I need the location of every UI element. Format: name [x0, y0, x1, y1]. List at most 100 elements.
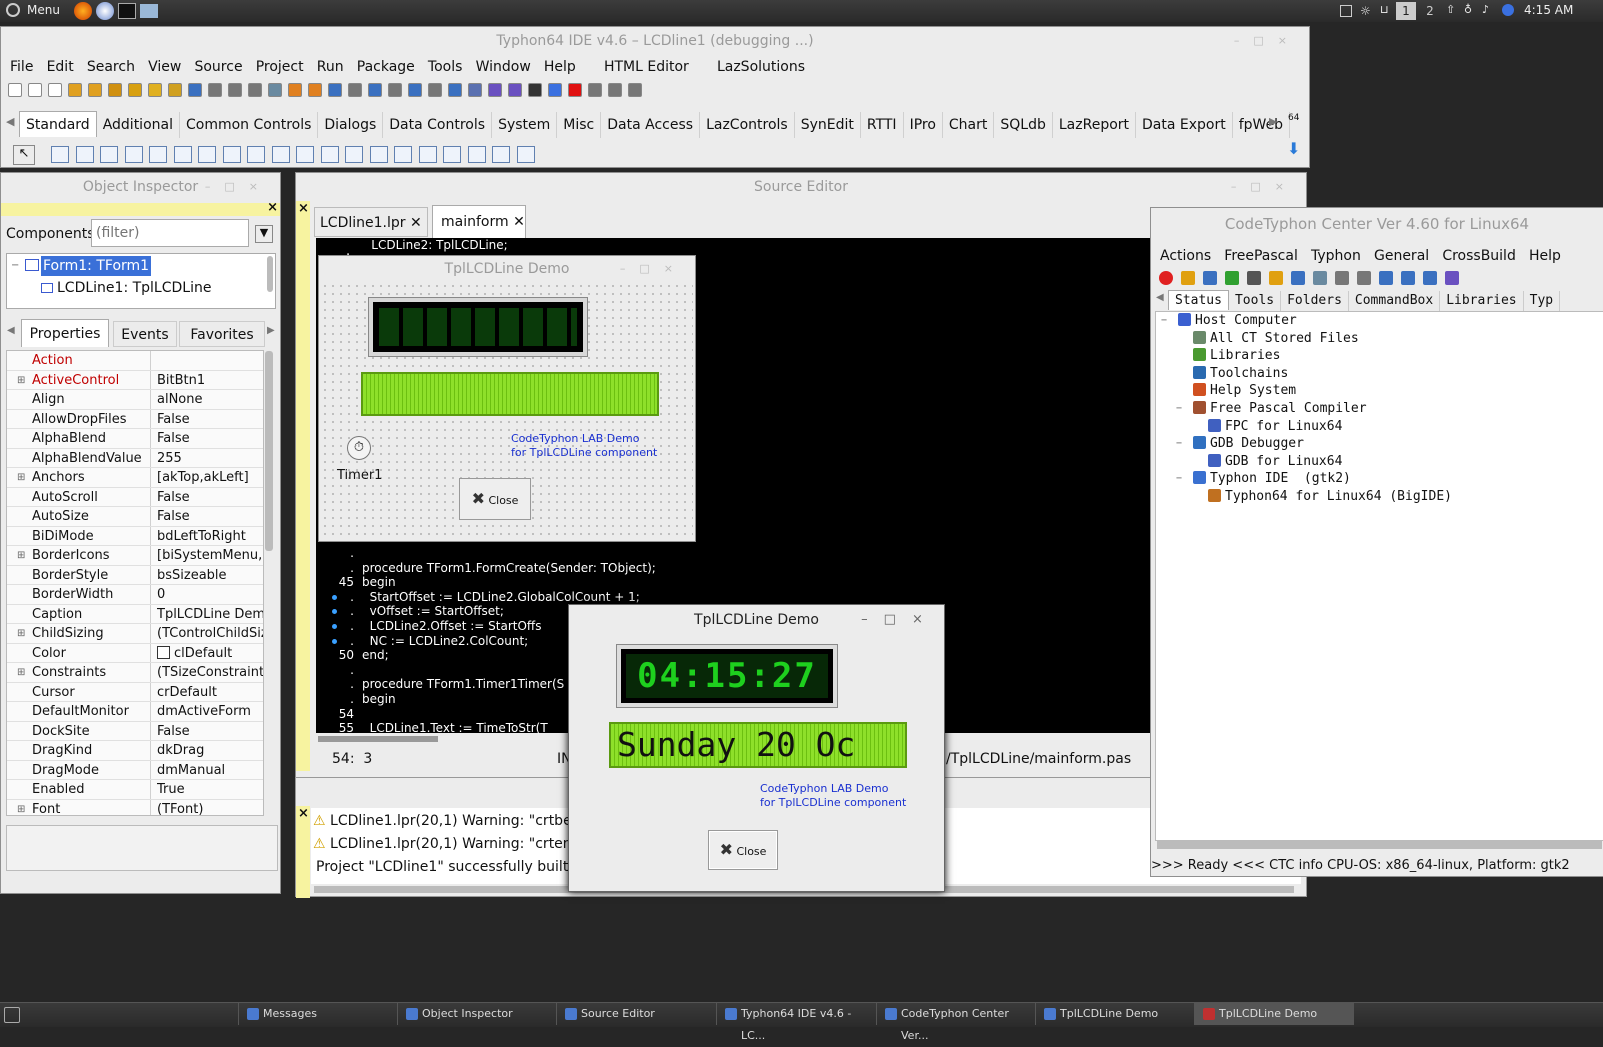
property-row[interactable]: ⊞ ActiveControl BitBtn1	[7, 370, 263, 391]
ctc-menu-actions[interactable]: Actions	[1160, 244, 1211, 268]
menu-file[interactable]: File	[10, 55, 33, 79]
pointer-tool-icon[interactable]: ↖	[13, 145, 35, 165]
taskbar-item[interactable]: CodeTyphon Center Ver...	[876, 1003, 1034, 1042]
tab-favorites[interactable]: Favorites	[179, 321, 265, 347]
property-row[interactable]: Align alNone	[7, 390, 263, 410]
palette-tab-additional[interactable]: Additional	[97, 112, 180, 138]
toolbar-button-icon[interactable]	[228, 83, 242, 97]
expand-icon[interactable]: ⊞	[17, 468, 25, 488]
ctc-tab-status[interactable]: Status	[1168, 290, 1229, 310]
folder-icon[interactable]	[140, 4, 158, 18]
property-value[interactable]: dkDrag	[157, 741, 263, 761]
palette-component-icon[interactable]	[467, 146, 486, 163]
ctc-tree-node[interactable]: − Free Pascal Compiler	[1156, 400, 1603, 418]
message-warning-1[interactable]: ⚠ LCDline1.lpr(20,1) Warning: "crtbegi	[313, 813, 584, 829]
property-value[interactable]: 255	[157, 449, 263, 469]
ctc-tree-node[interactable]: All CT Stored Files	[1156, 330, 1603, 348]
property-value[interactable]: alNone	[157, 390, 263, 410]
property-value[interactable]: crDefault	[157, 683, 263, 703]
ctc-toolbar-button-icon[interactable]	[1247, 271, 1261, 285]
ctc-menu-crossbuild[interactable]: CrossBuild	[1442, 244, 1516, 268]
ctc-tab-commandbox[interactable]: CommandBox	[1349, 291, 1441, 311]
property-value[interactable]: False	[157, 429, 263, 449]
palette-tab-dialogs[interactable]: Dialogs	[318, 112, 384, 138]
property-row[interactable]: DragMode dmManual	[7, 760, 263, 780]
ctc-toolbar-button-icon[interactable]	[1181, 271, 1195, 285]
thunderbird-icon[interactable]	[96, 2, 114, 20]
property-row[interactable]: Cursor crDefault	[7, 682, 263, 703]
menu-project[interactable]: Project	[256, 55, 304, 79]
workspace-1[interactable]: 1	[1396, 2, 1416, 20]
ctc-menu-freepascal[interactable]: FreePascal	[1224, 244, 1298, 268]
palette-tab-data-access[interactable]: Data Access	[601, 112, 701, 138]
menu-edit[interactable]: Edit	[47, 55, 74, 79]
ctc-tree-node[interactable]: Help System	[1156, 382, 1603, 400]
ctc-toolbar-button-icon[interactable]	[1423, 271, 1437, 285]
tree-expander-icon[interactable]: −	[1176, 435, 1182, 453]
timer-icon[interactable]: ⏱	[347, 436, 371, 460]
tree-expander-icon[interactable]: −	[1161, 312, 1167, 330]
property-value[interactable]: False	[157, 488, 263, 508]
palette-component-icon[interactable]	[75, 146, 94, 163]
palette-component-icon[interactable]	[51, 146, 69, 163]
ctc-toolbar-button-icon[interactable]	[1269, 271, 1283, 285]
palette-component-icon[interactable]	[198, 146, 216, 163]
palette-component-icon[interactable]	[271, 146, 290, 163]
ctc-toolbar-button-icon[interactable]	[1401, 271, 1415, 285]
running-form-window-buttons[interactable]: –□×	[859, 607, 941, 633]
palette-tab-lazcontrols[interactable]: LazControls	[700, 112, 795, 138]
breakpoint-dot[interactable]	[332, 623, 337, 629]
ctc-tree-node[interactable]: − Host Computer	[1156, 312, 1603, 330]
property-row[interactable]: ⊞ BorderIcons [biSystemMenu,b	[7, 546, 263, 566]
property-row[interactable]: ⊞ Font (TFont)	[7, 799, 263, 815]
property-value[interactable]: False	[157, 410, 263, 430]
property-row[interactable]: AutoScroll False	[7, 487, 263, 508]
clock[interactable]: 4:15 AM	[1524, 3, 1573, 17]
taskbar-item[interactable]: Typhon64 IDE v4.6 - LC...	[716, 1003, 875, 1042]
menu-run[interactable]: Run	[317, 55, 344, 79]
expand-icon[interactable]: ⊞	[17, 663, 25, 683]
palette-component-icon[interactable]	[222, 146, 241, 163]
expand-icon[interactable]: ⊞	[17, 371, 25, 391]
property-row[interactable]: BorderWidth 0	[7, 585, 263, 605]
design-form-window-buttons[interactable]: –□×	[620, 256, 687, 282]
toolbar-button-icon[interactable]	[608, 83, 622, 97]
toolbar-button-icon[interactable]	[328, 83, 342, 97]
toolbar-button-icon[interactable]	[508, 83, 522, 97]
oi-tabs-right[interactable]: ▶	[267, 325, 275, 336]
property-row[interactable]: ⊞ ChildSizing (TControlChildSiz	[7, 624, 263, 644]
toolbar-button-icon[interactable]	[88, 83, 102, 97]
property-row[interactable]: DockSite False	[7, 721, 263, 741]
breakpoint-dot[interactable]	[332, 638, 337, 644]
palette-tab-fpweb[interactable]: fpWeb	[1233, 112, 1291, 138]
tab-events[interactable]: Events	[113, 321, 177, 347]
ctc-tab-typ[interactable]: Typ	[1524, 291, 1561, 311]
property-row[interactable]: DefaultMonitor dmActiveForm	[7, 702, 263, 722]
firefox-icon[interactable]	[74, 2, 92, 20]
toolbar-button-icon[interactable]	[568, 83, 582, 97]
menu-icon[interactable]	[6, 3, 20, 17]
tree-expander-icon[interactable]: −	[1176, 470, 1182, 488]
palette-tab-chart[interactable]: Chart	[943, 112, 995, 138]
toolbar-button-icon[interactable]	[148, 83, 162, 97]
tab-close-icon[interactable]: ✕	[410, 215, 422, 231]
property-row[interactable]: Action	[7, 351, 263, 371]
palette-component-icon[interactable]	[149, 146, 167, 163]
palette-component-icon[interactable]	[492, 146, 510, 163]
property-value[interactable]: (TSizeConstraints	[157, 663, 263, 683]
taskbar-item[interactable]: Messages	[238, 1003, 396, 1025]
ctc-tree-node[interactable]: FPC for Linux64	[1156, 418, 1603, 436]
palette-tab-ipro[interactable]: IPro	[904, 112, 943, 138]
ctc-toolbar-button-icon[interactable]	[1159, 271, 1173, 285]
property-row[interactable]: Enabled True	[7, 780, 263, 800]
menu-button[interactable]: Menu	[27, 3, 60, 17]
palette-component-icon[interactable]	[443, 146, 461, 163]
property-value[interactable]: bsSizeable	[157, 566, 263, 586]
menu-view[interactable]: View	[148, 55, 181, 79]
menu-lazsolutions[interactable]: LazSolutions	[717, 55, 805, 79]
ctc-toolbar-button-icon[interactable]	[1225, 271, 1239, 285]
toolbar-button-icon[interactable]	[68, 83, 82, 97]
property-value[interactable]: True	[157, 780, 263, 800]
palette-tab-lazreport[interactable]: LazReport	[1053, 112, 1137, 138]
property-value[interactable]: clDefault	[157, 644, 263, 664]
